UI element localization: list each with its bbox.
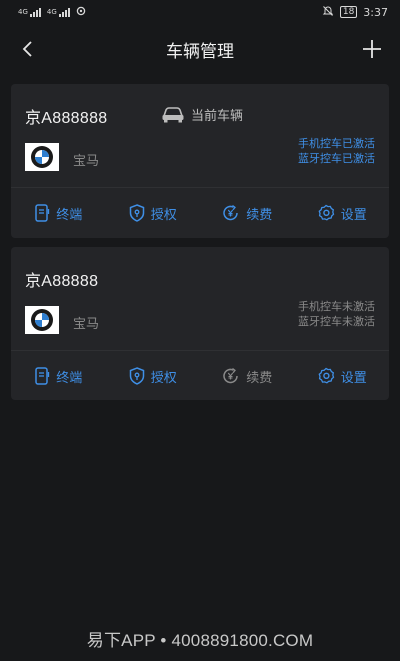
terminal-device-icon: [35, 367, 50, 385]
network-4g-icon: 4G: [18, 7, 41, 17]
page-title: 车辆管理: [166, 41, 234, 62]
bluetooth-control-status: 蓝牙控车已激活: [298, 152, 375, 165]
mute-icon: [322, 5, 334, 20]
add-vehicle-button[interactable]: [358, 35, 386, 63]
settings-label: 设置: [340, 207, 367, 223]
network-label-2: 4G: [46, 8, 57, 16]
card-actions: 终端 授权 续费 设置: [11, 351, 389, 401]
signal-icon-2: [58, 7, 70, 17]
brand-name: 宝马: [73, 154, 100, 169]
renew-label: 续费: [246, 207, 273, 223]
renew-button[interactable]: 续费: [200, 188, 295, 238]
status-right: 18 3:37: [322, 5, 388, 20]
terminal-label: 终端: [56, 370, 83, 386]
gear-icon: [318, 367, 334, 384]
status-bar: 4G 4G 18 3:37: [0, 0, 400, 24]
network-label: 4G: [18, 8, 28, 16]
current-vehicle-badge: 当前车辆: [161, 105, 243, 124]
authorize-label: 授权: [150, 207, 177, 223]
phone-control-status: 手机控车未激活: [298, 300, 375, 313]
card-actions: 终端 授权 续费 设置: [11, 188, 389, 238]
back-button[interactable]: [14, 35, 42, 63]
signal-icon: [29, 7, 41, 17]
plate-number: 京A888888: [25, 110, 108, 127]
phone-control-status: 手机控车已激活: [298, 137, 375, 150]
bluetooth-control-status: 蓝牙控车未激活: [298, 315, 375, 328]
terminal-button[interactable]: 终端: [11, 351, 106, 401]
car-icon: [162, 106, 184, 122]
activation-status: 手机控车未激活 蓝牙控车未激活: [298, 299, 375, 329]
network-4g-icon-2: 4G: [47, 7, 70, 17]
battery-level: 18: [342, 7, 355, 17]
plate-number: 京A88888: [25, 273, 99, 290]
bmw-logo-icon: [25, 143, 59, 171]
current-vehicle-label: 当前车辆: [191, 109, 244, 124]
settings-label: 设置: [340, 370, 367, 386]
back-arrow-icon: [22, 41, 32, 57]
renew-label: 续费: [246, 370, 273, 386]
renew-yuan-icon: [223, 204, 238, 221]
nav-bar: 车辆管理: [0, 24, 400, 74]
terminal-button[interactable]: 终端: [11, 188, 106, 238]
clock: 3:37: [363, 5, 388, 19]
shield-icon: [129, 204, 144, 222]
authorize-button[interactable]: 授权: [106, 188, 201, 238]
authorize-label: 授权: [150, 370, 177, 386]
status-left: 4G 4G: [18, 6, 86, 19]
bmw-logo-icon: [25, 306, 59, 334]
vehicle-card[interactable]: 京A88888 宝马 手机控车未激活 蓝牙控车未激活 终端 授权 续费 设置: [11, 247, 389, 400]
brand-name: 宝马: [73, 317, 100, 332]
battery-icon: 18: [339, 6, 358, 18]
settings-button[interactable]: 设置: [295, 188, 390, 238]
authorize-button[interactable]: 授权: [106, 351, 201, 401]
terminal-label: 终端: [56, 207, 83, 223]
shield-icon: [129, 367, 144, 385]
plus-icon: [363, 40, 381, 58]
renew-yuan-icon: [223, 367, 238, 384]
vehicle-card[interactable]: 京A888888 当前车辆 宝马 手机控车已激活 蓝牙控车已激活 终端 授权 续…: [11, 84, 389, 238]
location-icon: [76, 6, 86, 19]
settings-button[interactable]: 设置: [295, 351, 390, 401]
gear-icon: [318, 204, 334, 221]
activation-status: 手机控车已激活 蓝牙控车已激活: [298, 136, 375, 166]
watermark: 易下APP • 4008891800.COM: [86, 631, 314, 650]
renew-button[interactable]: 续费: [200, 351, 295, 401]
terminal-device-icon: [35, 204, 50, 222]
